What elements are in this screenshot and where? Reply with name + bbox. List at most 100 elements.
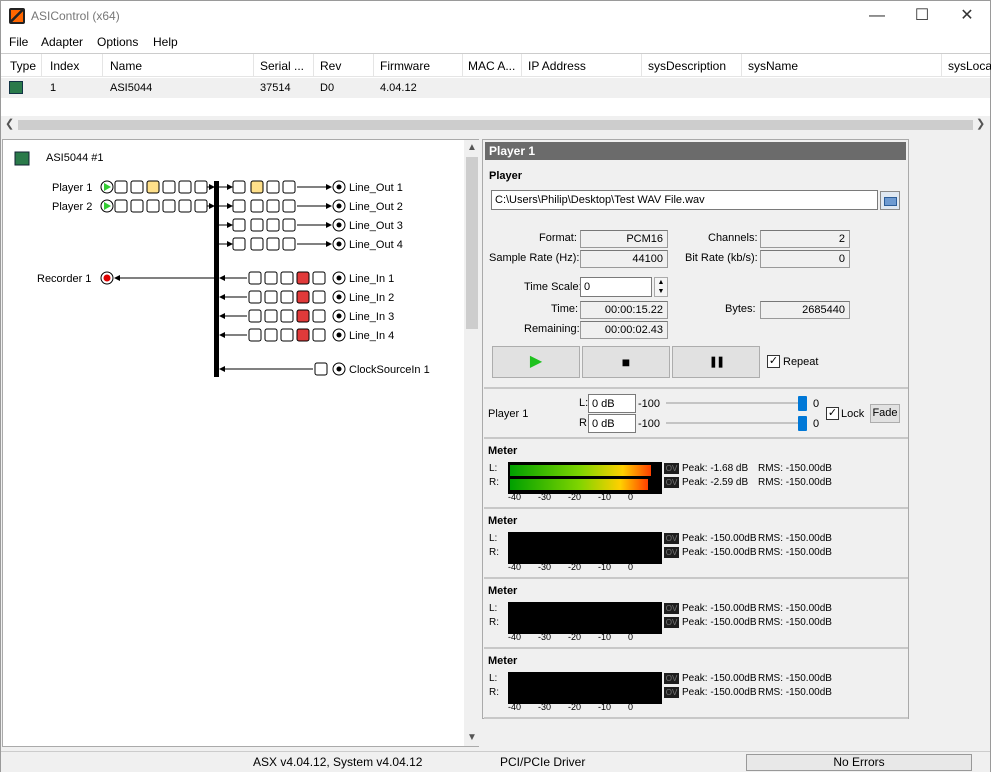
volume-left-label: L:	[579, 397, 589, 409]
player-2-node[interactable]: Player 2	[52, 201, 92, 213]
left-gain-input[interactable]: 0 dB	[588, 394, 636, 413]
scroll-thumb[interactable]	[466, 157, 478, 329]
scroll-down-icon[interactable]: ▼	[467, 732, 477, 743]
line-out-3-node[interactable]: Line_Out 3	[349, 220, 403, 232]
col-serial[interactable]: Serial ...	[260, 59, 304, 73]
meter-section: Meter L: R: OV OV Peak: -1.68 dB Peak: -…	[484, 439, 908, 509]
meter-left-label: L:	[489, 463, 498, 474]
output-processing-icon	[232, 237, 246, 251]
line-out-2-node[interactable]: Line_Out 2	[349, 201, 403, 213]
output-processing-icon	[232, 180, 246, 194]
clock-source-node[interactable]: ClockSourceIn 1	[349, 364, 430, 376]
col-name[interactable]: Name	[110, 59, 142, 73]
processing-block-icon	[178, 199, 192, 213]
time-value: 00:00:15.22	[580, 301, 668, 319]
recorder-1-node[interactable]: Recorder 1	[37, 273, 91, 285]
open-folder-icon[interactable]	[880, 191, 900, 210]
scroll-thumb[interactable]	[18, 120, 973, 130]
menu-file[interactable]: File	[9, 35, 28, 49]
col-type[interactable]: Type	[10, 59, 36, 73]
col-syslocation[interactable]: sysLoca	[948, 59, 991, 73]
meter-right-fill	[510, 479, 648, 490]
scroll-right-icon[interactable]: ❯	[976, 117, 985, 130]
meter-scale-tick: -30	[538, 562, 552, 572]
col-ip[interactable]: IP Address	[528, 59, 586, 73]
table-row[interactable]: 1 ASI5044 37514 D0 4.04.12	[1, 78, 990, 98]
adapter-grid: Type Index Name Serial ... Rev Firmware …	[1, 53, 991, 133]
scroll-up-icon[interactable]: ▲	[467, 142, 477, 153]
channels-value: 2	[760, 230, 850, 248]
stop-button[interactable]: ■	[582, 346, 670, 378]
meter-right-label: R:	[489, 687, 499, 698]
col-rev[interactable]: Rev	[320, 59, 341, 73]
time-label: Time:	[551, 303, 579, 315]
line-in-4-node[interactable]: Line_In 4	[349, 330, 394, 342]
maximize-button[interactable]: ☐	[899, 1, 945, 31]
meter-right-label: R:	[489, 477, 499, 488]
input-processing-icon	[296, 328, 310, 342]
grid-header: Type Index Name Serial ... Rev Firmware …	[1, 54, 991, 77]
tree-vertical-scrollbar[interactable]: ▲ ▼	[464, 140, 480, 746]
sample-rate-value: 44100	[580, 250, 668, 268]
bytes-label: Bytes:	[725, 303, 756, 315]
line-out-1-node[interactable]: Line_Out 1	[349, 182, 403, 194]
volume-player-label: Player 1	[488, 408, 529, 420]
overload-right-indicator: OV	[664, 617, 679, 628]
line-in-2-node[interactable]: Line_In 2	[349, 292, 394, 304]
col-sysdescription[interactable]: sysDescription	[648, 59, 726, 73]
menu-options[interactable]: Options	[97, 35, 138, 49]
input-processing-icon	[248, 290, 262, 304]
fade-button[interactable]: Fade	[870, 404, 900, 423]
left-gain-thumb[interactable]	[798, 396, 807, 411]
right-gain-input[interactable]: 0 dB	[588, 414, 636, 433]
time-scale-input[interactable]: 0	[580, 277, 652, 297]
input-processing-icon	[248, 271, 262, 285]
minimize-button[interactable]: —	[854, 1, 900, 31]
panel-title: Player 1	[485, 142, 906, 160]
close-button[interactable]: ✕	[944, 1, 990, 31]
right-gain-slider[interactable]	[666, 416, 807, 431]
output-processing-icon	[282, 199, 296, 213]
line-in-1-node[interactable]: Line_In 1	[349, 273, 394, 285]
col-sysname[interactable]: sysName	[748, 59, 798, 73]
play-button[interactable]: ▶	[492, 346, 580, 378]
processing-block-icon	[114, 180, 128, 194]
output-processing-icon	[282, 218, 296, 232]
line-out-4-node[interactable]: Line_Out 4	[349, 239, 403, 251]
file-path-input[interactable]: C:\Users\Philip\Desktop\Test WAV File.wa…	[491, 190, 878, 210]
menu-adapter[interactable]: Adapter	[41, 35, 83, 49]
adapter-node-label[interactable]: ASI5044 #1	[46, 152, 104, 164]
error-status: No Errors	[746, 754, 972, 771]
input-processing-icon	[264, 309, 278, 323]
input-processing-icon	[296, 309, 310, 323]
left-gain-slider[interactable]	[666, 396, 807, 411]
cell-serial: 37514	[260, 82, 291, 94]
level-meter	[508, 672, 662, 704]
overload-left-indicator: OV	[664, 603, 679, 614]
cell-rev: D0	[320, 82, 335, 94]
input-processing-icon	[264, 271, 278, 285]
repeat-checkbox[interactable]: ✓	[767, 355, 780, 368]
meter-scale-tick: 0	[628, 562, 634, 572]
lock-checkbox[interactable]: ✓	[826, 407, 839, 420]
grid-horizontal-scrollbar[interactable]: ❮ ❯	[1, 116, 990, 133]
rms-right: RMS: -150.00dB	[758, 617, 832, 628]
rms-left: RMS: -150.00dB	[758, 463, 832, 474]
col-index[interactable]: Index	[50, 59, 79, 73]
right-max-label: 0	[813, 418, 820, 430]
status-bar: ASX v4.04.12, System v4.04.12 PCI/PCIe D…	[1, 751, 990, 772]
col-mac[interactable]: MAC A...	[468, 59, 515, 73]
line-in-3-node[interactable]: Line_In 3	[349, 311, 394, 323]
scroll-left-icon[interactable]: ❮	[5, 117, 14, 130]
overload-right-indicator: OV	[664, 477, 679, 488]
right-gain-thumb[interactable]	[798, 416, 807, 431]
player-1-node[interactable]: Player 1	[52, 182, 92, 194]
meter-section: Meter L: R: OV OV Peak: -150.00dB Peak: …	[484, 579, 908, 649]
menu-help[interactable]: Help	[153, 35, 178, 49]
rms-left: RMS: -150.00dB	[758, 673, 832, 684]
time-scale-spinner[interactable]: ▲ ▼	[654, 277, 668, 297]
rms-left: RMS: -150.00dB	[758, 603, 832, 614]
pause-button[interactable]: ❚❚	[672, 346, 760, 378]
adapter-card-icon	[9, 81, 23, 94]
col-firmware[interactable]: Firmware	[380, 59, 430, 73]
